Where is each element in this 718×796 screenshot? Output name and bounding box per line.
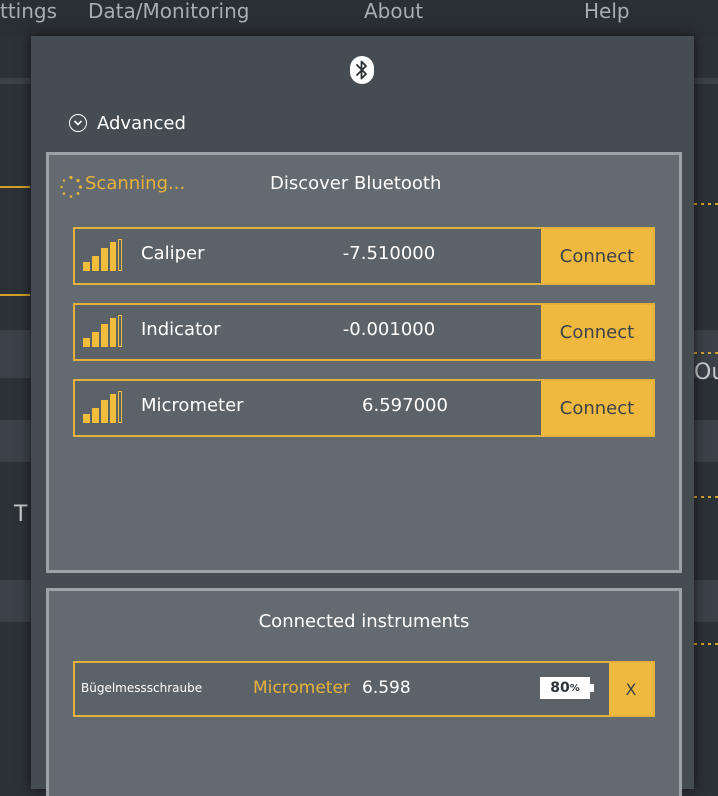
background-text: T <box>14 502 28 527</box>
signal-strength-icon <box>83 391 123 425</box>
menu-settings[interactable]: ttings <box>0 0 57 29</box>
battery-icon: 80% <box>540 677 594 699</box>
background-dots <box>694 203 718 205</box>
scan-header: Scanning... Discover Bluetooth <box>49 171 679 201</box>
background-line <box>0 294 30 296</box>
background-dots <box>694 352 718 354</box>
device-row: Micrometer 6.597000 Connect <box>73 379 655 437</box>
menu-help[interactable]: Help <box>584 0 630 29</box>
menu-about[interactable]: About <box>364 0 423 29</box>
connect-button[interactable]: Connect <box>541 381 653 435</box>
connect-button[interactable]: Connect <box>541 229 653 283</box>
bluetooth-dialog: Advanced Scanning... Discover Bluetooth <box>31 36 694 796</box>
app-menubar: ttings Data/Monitoring About Help <box>0 0 718 36</box>
spinner-icon <box>60 175 83 198</box>
instrument-name: Bügelmessschraube <box>81 681 203 695</box>
device-value: -0.001000 <box>342 319 436 340</box>
discover-panel: Scanning... Discover Bluetooth Caliper -… <box>46 152 682 573</box>
background-line <box>0 186 30 188</box>
bluetooth-icon <box>350 56 374 84</box>
instrument-value: 6.598 <box>362 678 411 698</box>
device-row: Caliper -7.510000 Connect <box>73 227 655 285</box>
battery-level: 80 <box>550 680 570 696</box>
device-name: Caliper <box>141 243 205 264</box>
chevron-down-icon <box>69 114 87 132</box>
background-dots <box>694 643 718 645</box>
advanced-toggle[interactable]: Advanced <box>69 110 186 136</box>
menu-data-monitoring[interactable]: Data/Monitoring <box>88 0 249 29</box>
device-value: 6.597000 <box>362 395 448 416</box>
disconnect-button[interactable]: X <box>609 663 653 715</box>
device-name: Micrometer <box>141 395 244 416</box>
instrument-type: Micrometer <box>253 678 350 698</box>
connected-title: Connected instruments <box>258 611 470 632</box>
device-value: -7.510000 <box>342 243 436 264</box>
background-text: Ou <box>694 360 718 385</box>
background-dots <box>694 496 718 498</box>
advanced-label: Advanced <box>97 112 186 134</box>
signal-strength-icon <box>83 315 123 349</box>
battery-unit: % <box>569 682 580 694</box>
discover-title: Discover Bluetooth <box>270 173 442 194</box>
connect-button[interactable]: Connect <box>541 305 653 359</box>
device-name: Indicator <box>141 319 221 340</box>
signal-strength-icon <box>83 239 123 273</box>
connected-panel: Connected instruments Bügelmessschraube … <box>46 588 682 796</box>
connected-instrument-row: Bügelmessschraube Micrometer 6.598 80% X <box>73 661 655 717</box>
device-row: Indicator -0.001000 Connect <box>73 303 655 361</box>
scanning-status: Scanning... <box>85 173 186 194</box>
